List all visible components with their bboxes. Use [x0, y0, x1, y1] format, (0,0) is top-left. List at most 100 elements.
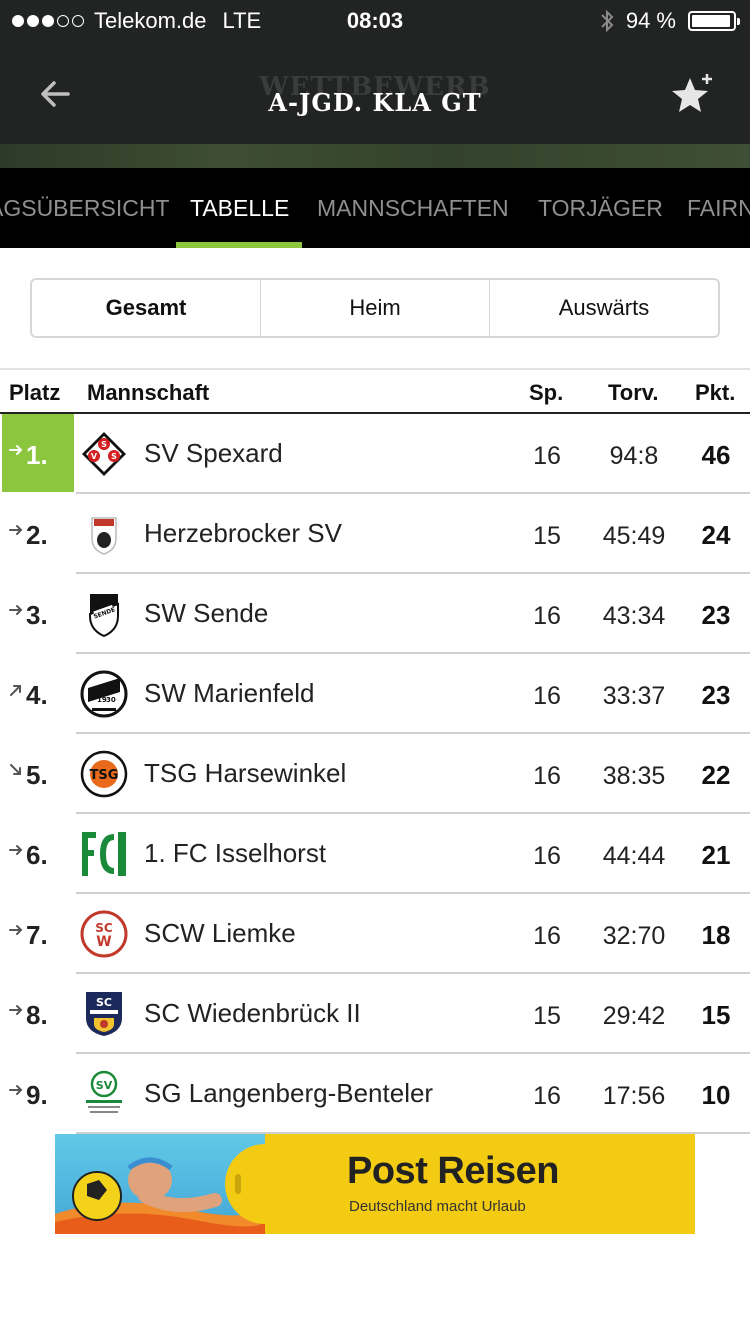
rank-cell: 8. [2, 974, 74, 1052]
table-row[interactable]: 1. S V S SV Spexard 16 94:8 46 [0, 414, 750, 494]
team-name: 1. FC Isselhorst [144, 838, 327, 868]
rank-cell: 2. [2, 494, 74, 572]
bluetooth-icon [601, 9, 614, 33]
standings-table: Platz Mannschaft Sp. Torv. Pkt. 1. S V S SV … [0, 368, 750, 1134]
team-name: SC Wiedenbrück II [144, 998, 361, 1028]
scw-liemke-crest-icon: SC W [80, 910, 128, 958]
active-tab-indicator [176, 242, 302, 248]
svg-text:S: S [101, 440, 107, 449]
ad-tag-shape [225, 1144, 365, 1224]
trend-same-arrow-icon [9, 845, 23, 855]
points: 18 [701, 920, 731, 950]
rank-number: 9. [26, 1080, 48, 1110]
table-body: 1. S V S SV Spexard 16 94:8 46 2. Herzebrocker SV… [0, 414, 750, 1134]
header-torv: Torv. [608, 380, 659, 405]
table-header: Platz Mannschaft Sp. Torv. Pkt. [0, 368, 750, 414]
trend-up-arrow-icon [10, 685, 21, 696]
status-right: 94 % [600, 8, 740, 34]
status-bar: Telekom.de LTE 08:03 94 % [0, 0, 750, 40]
table-row[interactable]: 3. SENDE SW Sende 16 43:34 23 [0, 574, 750, 654]
team-name: SCW Liemke [144, 918, 296, 948]
header-titles: WETTBEWERB A-JGD. KLA GT [0, 74, 750, 116]
table-row[interactable]: 7. SC W SCW Liemke 16 32:70 18 [0, 894, 750, 974]
svg-text:SV: SV [96, 1079, 113, 1092]
games-played: 16 [533, 1082, 561, 1110]
points: 23 [701, 600, 731, 630]
tsg-harsewinkel-crest-icon: TSG [80, 750, 128, 798]
games-played: 16 [533, 442, 561, 470]
games-played: 16 [533, 842, 561, 870]
favorite-star-add-icon[interactable] [668, 70, 718, 120]
rank-number: 7. [26, 920, 48, 950]
points: 15 [701, 1000, 731, 1030]
goal-ratio: 32:70 [602, 922, 666, 950]
trend-same-arrow-icon [9, 605, 23, 615]
tab-torjaeger[interactable]: TORJÄGER [538, 168, 663, 248]
svg-text:SC: SC [95, 921, 113, 935]
segment-auswaerts[interactable]: Auswärts [490, 280, 718, 336]
trend-same-arrow-icon [9, 1085, 23, 1095]
rank-cell: 4. [2, 654, 74, 732]
points: 10 [701, 1080, 731, 1110]
sw-sende-crest-icon: SENDE [80, 590, 128, 638]
svg-text:30: 30 [106, 696, 116, 704]
rank-cell: 9. [2, 1054, 74, 1132]
segment-gesamt[interactable]: Gesamt [32, 280, 261, 336]
table-row[interactable]: 9. SV SG Langenberg-Benteler 16 17:56 10 [0, 1054, 750, 1134]
ad-tag-hole [235, 1174, 241, 1194]
table-row[interactable]: 6. 1. FC Isselhorst 16 44:44 21 [0, 814, 750, 894]
tab-spieltagsuebersicht[interactable]: AGSÜBERSICHT [0, 168, 169, 248]
goal-ratio: 45:49 [602, 522, 666, 550]
tab-fairness[interactable]: FAIRN [687, 168, 750, 248]
points: 46 [701, 440, 731, 470]
goal-ratio: 38:35 [602, 762, 666, 790]
rank-cell: 7. [2, 894, 74, 972]
table-row[interactable]: 4. 19 30 SW Marienfeld 16 33:37 23 [0, 654, 750, 734]
svg-text:SC: SC [96, 996, 112, 1009]
header-mannschaft: Mannschaft [87, 380, 210, 405]
goal-ratio: 43:34 [602, 602, 666, 630]
svg-text:V: V [91, 452, 98, 461]
rank-cell: 1. [2, 414, 74, 492]
herzebrocker-sv-crest-icon [80, 510, 128, 558]
rank-cell: 6. [2, 814, 74, 892]
goal-ratio: 33:37 [602, 682, 666, 710]
goal-ratio: 17:56 [602, 1082, 666, 1110]
sg-langenberg-crest-icon: SV [80, 1070, 128, 1118]
tab-bar: AGSÜBERSICHT TABELLE MANNSCHAFTEN TORJÄG… [0, 168, 750, 248]
points: 23 [701, 680, 731, 710]
goal-ratio: 94:8 [609, 442, 659, 470]
page-title: A-JGD. KLA GT [268, 88, 482, 117]
tab-tabelle[interactable]: TABELLE [190, 168, 289, 248]
table-row[interactable]: 2. Herzebrocker SV 15 45:49 24 [0, 494, 750, 574]
tab-mannschaften[interactable]: MANNSCHAFTEN [317, 168, 509, 248]
games-played: 16 [533, 602, 561, 630]
team-name: SW Marienfeld [144, 678, 315, 708]
sv-spexard-crest-icon: SVS [80, 430, 128, 478]
segment-heim[interactable]: Heim [261, 280, 490, 336]
goal-ratio: 44:44 [602, 842, 666, 870]
points: 24 [701, 520, 731, 550]
trend-same-arrow-icon [9, 525, 23, 535]
goal-ratio: 29:42 [602, 1002, 666, 1030]
svg-text:TSG: TSG [90, 768, 119, 783]
games-played: 15 [533, 522, 561, 550]
svg-text:W: W [96, 934, 111, 950]
sc-wiedenbrueck-crest-icon: SC [80, 990, 128, 1038]
table-row[interactable]: 5. TSG TSG Harsewinkel 16 38:35 22 [0, 734, 750, 814]
rank-number: 1. [26, 440, 48, 470]
trend-same-arrow-icon [9, 1005, 23, 1015]
advertisement-banner[interactable]: Post Reisen Deutschland macht Urlaub [55, 1134, 695, 1234]
rank-number: 5. [26, 760, 48, 790]
ad-subtitle: Deutschland macht Urlaub [349, 1198, 526, 1215]
games-played: 16 [533, 922, 561, 950]
header-pkt: Pkt. [695, 380, 736, 405]
team-name: TSG Harsewinkel [144, 758, 347, 788]
trend-same-arrow-icon [9, 445, 23, 455]
table-row[interactable]: 8. SC SC Wiedenbrück II 15 29:42 15 [0, 974, 750, 1054]
header-platz: Platz [9, 380, 61, 405]
header-background-image [0, 144, 750, 168]
app-header: WETTBEWERB A-JGD. KLA GT [0, 40, 750, 144]
sw-marienfeld-crest-icon: 19 30 [80, 670, 128, 718]
points: 22 [701, 760, 731, 790]
